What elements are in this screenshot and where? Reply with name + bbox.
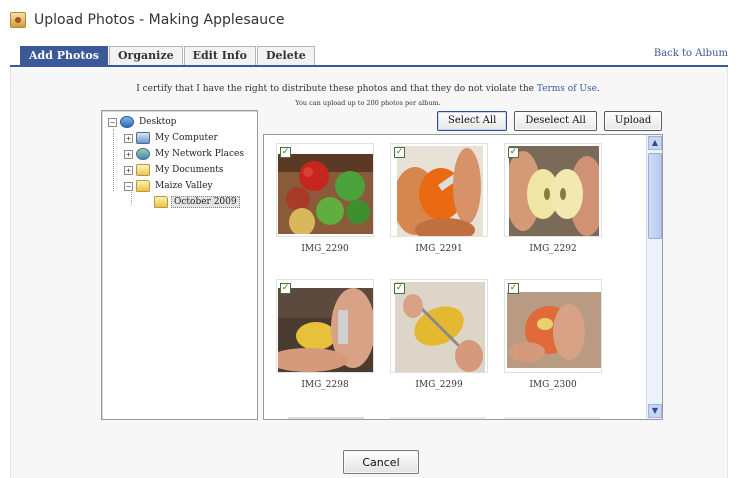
photo-select-checkbox[interactable]: ✓	[280, 147, 291, 158]
action-buttons: Select All Deselect All Upload	[437, 111, 663, 131]
tree-item-my-computer[interactable]: + My Computer	[124, 131, 220, 145]
terms-of-use-link[interactable]: Terms of Use	[537, 84, 597, 94]
certify-text: I certify that I have the right to distr…	[136, 84, 534, 94]
photo-item[interactable]: ✓ IMG_2292	[504, 143, 604, 261]
cancel-button[interactable]: Cancel	[343, 450, 419, 474]
tree-item-label: My Network Places	[155, 149, 245, 159]
network-icon	[136, 148, 150, 160]
photo-item[interactable]: ✓ IMG_2298	[276, 279, 376, 397]
folder-open-icon	[154, 196, 168, 208]
upload-button[interactable]: Upload	[603, 111, 663, 131]
documents-icon	[136, 164, 150, 176]
tree-item-my-documents[interactable]: + My Documents	[124, 163, 226, 177]
tab-bar: Add Photos Organize Edit Info Delete	[20, 46, 316, 65]
photo-name: IMG_2292	[529, 244, 577, 254]
vertical-scrollbar[interactable]: ▲ ▼	[646, 135, 662, 419]
scroll-up-icon[interactable]: ▲	[648, 136, 662, 150]
tree-item-label: October 2009	[171, 196, 240, 208]
photo-name: IMG_2290	[301, 244, 349, 254]
tab-add-photos[interactable]: Add Photos	[20, 46, 108, 65]
certify-statement: I certify that I have the right to distr…	[0, 84, 736, 94]
photo-select-checkbox[interactable]: ✓	[394, 147, 405, 158]
select-all-button[interactable]: Select All	[437, 111, 508, 131]
tree-item-desktop[interactable]: − Desktop	[108, 115, 178, 129]
photo-upload-icon	[10, 12, 26, 28]
tree-item-my-network-places[interactable]: + My Network Places	[124, 147, 246, 161]
tab-organize[interactable]: Organize	[108, 46, 183, 65]
tab-edit-info[interactable]: Edit Info	[183, 46, 256, 65]
tree-item-label: My Documents	[155, 165, 224, 175]
photo-thumbnail[interactable]	[507, 292, 601, 368]
computer-icon	[136, 132, 150, 144]
photo-thumbnail[interactable]	[397, 146, 483, 236]
tree-item-label: Desktop	[139, 117, 177, 127]
expand-toggle-icon[interactable]: +	[124, 133, 133, 143]
next-row-thumbnail-edge	[504, 417, 600, 419]
tree-item-label: My Computer	[155, 133, 218, 143]
back-to-album-link[interactable]: Back to Album	[654, 48, 728, 59]
photo-grid[interactable]: ✓ IMG_2290 ✓ IMG_2291 ✓ IMG_2292 ✓ IMG_2…	[263, 134, 663, 420]
photo-thumbnail[interactable]	[509, 146, 599, 236]
expand-toggle-icon[interactable]: +	[124, 165, 133, 175]
scroll-down-icon[interactable]: ▼	[648, 404, 662, 418]
photo-thumbnail[interactable]	[278, 288, 373, 372]
photo-select-checkbox[interactable]: ✓	[508, 283, 519, 294]
folder-tree[interactable]: − Desktop + My Computer + My Network Pla…	[101, 110, 258, 420]
photo-item[interactable]: ✓ IMG_2300	[504, 279, 604, 397]
folder-icon	[136, 180, 150, 192]
desktop-icon	[120, 116, 134, 128]
photo-select-checkbox[interactable]: ✓	[280, 283, 291, 294]
deselect-all-button[interactable]: Deselect All	[514, 111, 597, 131]
page-header: Upload Photos - Making Applesauce	[10, 6, 284, 34]
next-row-thumbnail-edge	[390, 417, 486, 419]
photo-thumbnail[interactable]	[278, 154, 373, 234]
next-row-thumbnail-edge	[288, 417, 364, 419]
certify-period: .	[596, 84, 600, 94]
photo-name: IMG_2300	[529, 380, 577, 390]
scrollbar-thumb[interactable]	[648, 153, 662, 239]
photo-select-checkbox[interactable]: ✓	[508, 147, 519, 158]
upload-limit-note: You can upload up to 200 photos per albu…	[295, 99, 441, 107]
expand-toggle-icon[interactable]: +	[124, 149, 133, 159]
photo-name: IMG_2299	[415, 380, 463, 390]
collapse-toggle-icon[interactable]: −	[124, 181, 133, 191]
photo-select-checkbox[interactable]: ✓	[394, 283, 405, 294]
collapse-toggle-icon[interactable]: −	[108, 117, 117, 127]
tree-item-label: Maize Valley	[155, 181, 213, 191]
tree-item-october-2009[interactable]: October 2009	[154, 195, 240, 209]
photo-item[interactable]: ✓ IMG_2291	[390, 143, 490, 261]
photo-item[interactable]: ✓ IMG_2290	[276, 143, 376, 261]
tab-delete[interactable]: Delete	[256, 46, 315, 65]
tree-item-maize-valley[interactable]: − Maize Valley	[124, 179, 215, 193]
photo-thumbnail[interactable]	[395, 282, 485, 372]
photo-name: IMG_2291	[415, 244, 463, 254]
page-title: Upload Photos - Making Applesauce	[34, 12, 285, 28]
photo-item[interactable]: ✓ IMG_2299	[390, 279, 490, 397]
photo-name: IMG_2298	[301, 380, 349, 390]
